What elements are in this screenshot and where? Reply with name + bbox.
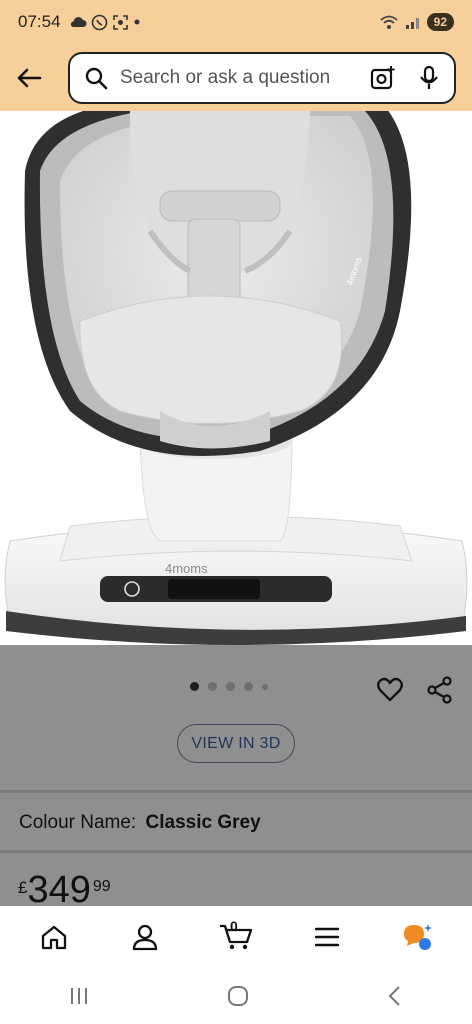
price-whole: 349 (27, 869, 91, 911)
search-actions (370, 65, 440, 91)
menu-icon (314, 927, 340, 947)
wifi-icon (380, 15, 398, 29)
price: £ 349 99 (18, 869, 111, 911)
share-icon (427, 676, 452, 704)
pager-dot[interactable] (244, 682, 253, 691)
home-icon (41, 925, 66, 950)
status-bar: 07:54 92 (0, 0, 472, 44)
screen: { "status_bar": { "time": "07:54", "batt… (0, 0, 472, 1024)
cart-count: 0 (229, 918, 238, 934)
search-icon (85, 67, 108, 89)
recent-apps-icon[interactable] (67, 985, 91, 1007)
home-button-icon[interactable] (226, 984, 250, 1008)
status-icons (69, 14, 141, 31)
nav-menu[interactable] (297, 912, 357, 962)
nav-home[interactable] (24, 912, 84, 962)
wishlist-button[interactable] (376, 676, 404, 704)
divider (0, 850, 472, 853)
baby-swing-illustration: 4moms 4moms (4, 111, 468, 645)
whatsapp-icon (91, 14, 107, 30)
pager-dot[interactable] (190, 682, 199, 691)
camera-icon[interactable] (370, 65, 396, 91)
account-icon (132, 924, 157, 951)
search-input[interactable]: Search or ask a question (68, 51, 456, 104)
status-right: 92 (379, 13, 454, 31)
dot-icon (134, 19, 140, 25)
back-button-icon[interactable] (385, 984, 405, 1008)
colour-row[interactable]: Colour Name: Classic Grey (19, 812, 261, 834)
signal-icon (405, 18, 419, 29)
heart-icon (377, 677, 403, 702)
price-fraction: 99 (92, 878, 111, 895)
back-button[interactable] (14, 63, 44, 93)
microphone-icon[interactable] (418, 65, 440, 91)
image-pager-dots[interactable] (190, 682, 268, 691)
share-button[interactable] (426, 676, 454, 704)
battery-badge: 92 (426, 13, 454, 31)
pager-dot[interactable] (208, 682, 217, 691)
colour-label: Colour Name: (19, 812, 137, 833)
view-in-3d-button[interactable]: VIEW IN 3D (177, 724, 295, 763)
pager-dot[interactable] (226, 682, 235, 691)
back-arrow-icon (17, 68, 42, 87)
rufus-icon (404, 924, 433, 950)
brand-mark: 4moms (165, 561, 208, 576)
price-currency: £ (18, 878, 28, 897)
search-header: Search or ask a question (0, 44, 472, 111)
cloud-icon (70, 17, 87, 27)
divider (0, 790, 472, 793)
colour-value: Classic Grey (145, 812, 261, 833)
status-time: 07:54 (18, 12, 61, 31)
screenshot-icon (112, 14, 128, 30)
product-image[interactable]: 4moms 4moms (0, 111, 472, 645)
search-placeholder: Search or ask a question (120, 66, 331, 88)
system-nav-bar (0, 968, 472, 1024)
nav-cart[interactable]: 0 (206, 912, 266, 962)
nav-rufus[interactable] (388, 912, 448, 962)
nav-account[interactable] (115, 912, 175, 962)
bottom-nav: 0 (0, 906, 472, 968)
pager-dot[interactable] (262, 683, 268, 690)
